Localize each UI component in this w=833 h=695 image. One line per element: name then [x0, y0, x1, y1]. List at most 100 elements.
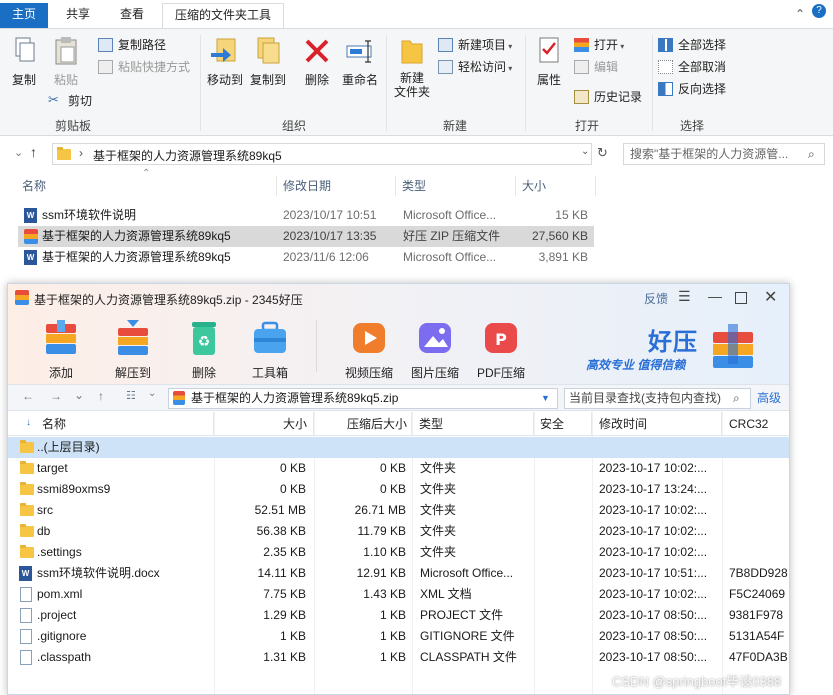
- entry-size: 7.75 KB: [263, 587, 306, 601]
- file-row[interactable]: 基于框架的人力资源管理系统89kq5 2023/10/17 13:35 好压 Z…: [18, 226, 594, 247]
- column-header-name[interactable]: 名称: [8, 412, 214, 436]
- collapse-ribbon-icon[interactable]: ⌃: [795, 7, 805, 21]
- refresh-icon[interactable]: ↻: [597, 145, 608, 161]
- clipboard-group-label: 剪贴板: [54, 119, 91, 133]
- archive-row[interactable]: pom.xml 7.75 KB 1.43 KB XML 文档 2023-10-1…: [8, 584, 789, 605]
- copy-path-button[interactable]: 复制路径: [98, 35, 166, 55]
- rename-button[interactable]: 重命名: [340, 35, 380, 88]
- archive-row[interactable]: ssmi89oxms9 0 KB 0 KB 文件夹 2023-10-17 13:…: [8, 479, 789, 500]
- copy-label: 复制: [11, 73, 36, 87]
- entry-name: db: [37, 524, 51, 538]
- view-mode-dropdown-icon[interactable]: ⌄: [148, 388, 156, 399]
- edit-button[interactable]: 编辑: [574, 57, 618, 77]
- column-header-crc32[interactable]: CRC32: [722, 412, 789, 436]
- toolbox-button[interactable]: 工具箱: [239, 318, 301, 381]
- column-header-security[interactable]: 安全: [534, 412, 592, 436]
- tab-compressed-folder-tools[interactable]: 压缩的文件夹工具: [162, 3, 285, 28]
- image-compress-label: 图片压缩: [410, 366, 459, 380]
- history-button[interactable]: 历史记录: [574, 87, 642, 107]
- haozip-toolbar-area: 基于框架的人力资源管理系统89kq5.zip - 2345好压 反馈 ☰ — ✕…: [8, 284, 789, 384]
- search-placeholder: 搜索"基于框架的人力资源管...: [630, 147, 789, 161]
- history-dropdown-icon[interactable]: ⌄: [74, 388, 84, 402]
- pdf-compress-button[interactable]: P PDF压缩: [470, 318, 532, 381]
- column-header-size[interactable]: 大小: [522, 172, 592, 200]
- select-none-button[interactable]: 全部取消: [658, 57, 726, 77]
- recent-locations-icon[interactable]: ⌄: [14, 146, 23, 159]
- entry-packed-size: 11.79 KB: [357, 524, 406, 538]
- advanced-search-link[interactable]: 高级: [757, 389, 781, 406]
- tab-home[interactable]: 主页: [0, 3, 49, 28]
- file-size: 27,560 KB: [531, 229, 588, 243]
- copy-to-button[interactable]: 复制到: [248, 35, 288, 88]
- rename-icon: [344, 35, 376, 67]
- add-archive-icon: [41, 318, 81, 358]
- archive-path-field[interactable]: 基于框架的人力资源管理系统89kq5.zip ▼: [168, 388, 558, 409]
- search-input[interactable]: 搜索"基于框架的人力资源管... ⌕: [623, 143, 825, 165]
- address-bar[interactable]: › 基于框架的人力资源管理系统89kq5 ⌄: [52, 143, 592, 165]
- entry-type: GITIGNORE 文件: [420, 629, 515, 643]
- video-compress-button[interactable]: 视频压缩: [338, 318, 400, 381]
- tab-share[interactable]: 共享: [54, 3, 102, 28]
- entry-type: 文件夹: [420, 482, 457, 496]
- copy-path-label: 复制路径: [118, 38, 167, 52]
- history-label: 历史记录: [594, 90, 643, 104]
- path-dropdown-icon[interactable]: ▼: [541, 389, 550, 408]
- forward-arrow-icon[interactable]: →: [50, 389, 62, 403]
- invert-selection-button[interactable]: 反向选择: [658, 79, 726, 99]
- cut-button[interactable]: ✂ 剪切: [48, 91, 92, 111]
- properties-button[interactable]: 属性: [530, 35, 568, 88]
- entry-size: 2.35 KB: [263, 545, 306, 559]
- archive-row[interactable]: .classpath 1.31 KB 1 KB CLASSPATH 文件 202…: [8, 647, 789, 668]
- entry-crc32: F5C24069: [729, 587, 786, 601]
- minimize-icon[interactable]: —: [708, 288, 722, 304]
- feedback-link[interactable]: 反馈: [644, 290, 668, 307]
- help-icon[interactable]: ?: [812, 4, 826, 18]
- column-header-modified[interactable]: 修改时间: [592, 412, 722, 436]
- address-dropdown-icon[interactable]: ⌄: [581, 146, 589, 157]
- paste-shortcut-button[interactable]: 粘贴快捷方式: [98, 57, 190, 77]
- extract-to-button[interactable]: 解压到: [102, 318, 164, 381]
- add-button[interactable]: 添加: [30, 318, 92, 381]
- column-header-packed-size[interactable]: 压缩后大小: [314, 412, 412, 436]
- open-button[interactable]: 打开 ▾: [574, 35, 624, 55]
- column-header-type[interactable]: 类型: [412, 412, 534, 436]
- delete-button[interactable]: 删除: [300, 35, 334, 88]
- archive-search-input[interactable]: 当前目录查找(支持包内查找) ⌕: [564, 388, 751, 409]
- up-arrow-icon[interactable]: ↑: [30, 144, 37, 160]
- file-row[interactable]: W ssm环境软件说明 2023/10/17 10:51 Microsoft O…: [18, 205, 594, 226]
- image-compress-button[interactable]: 图片压缩: [404, 318, 466, 381]
- paste-button[interactable]: 粘贴: [48, 35, 84, 88]
- archive-row[interactable]: .settings 2.35 KB 1.10 KB 文件夹 2023-10-17…: [8, 542, 789, 563]
- select-all-button[interactable]: 全部选择: [658, 35, 726, 55]
- archive-search-placeholder: 当前目录查找(支持包内查找): [569, 391, 721, 405]
- up-level-icon[interactable]: ↑: [98, 389, 104, 403]
- close-icon[interactable]: ✕: [764, 287, 777, 307]
- column-header-name[interactable]: 名称: [22, 172, 276, 200]
- maximize-icon[interactable]: [735, 292, 747, 304]
- archive-row[interactable]: .gitignore 1 KB 1 KB GITIGNORE 文件 2023-1…: [8, 626, 789, 647]
- column-header-date[interactable]: 修改日期: [283, 172, 393, 200]
- view-mode-icon[interactable]: ☷: [126, 389, 136, 402]
- paste-shortcut-label: 粘贴快捷方式: [118, 60, 191, 74]
- copy-button[interactable]: 复制: [6, 35, 42, 88]
- column-header-type[interactable]: 类型: [402, 172, 512, 200]
- tab-view[interactable]: 查看: [108, 3, 156, 28]
- archive-row[interactable]: src 52.51 MB 26.71 MB 文件夹 2023-10-17 10:…: [8, 500, 789, 521]
- file-row[interactable]: W 基于框架的人力资源管理系统89kq5 2023/11/6 12:06 Mic…: [18, 247, 594, 268]
- menu-icon[interactable]: ☰: [678, 288, 691, 305]
- cut-label: 剪切: [68, 94, 93, 108]
- easy-access-button[interactable]: 轻松访问 ▾: [438, 57, 512, 77]
- move-to-button[interactable]: 移动到: [205, 35, 245, 88]
- archive-row-parent[interactable]: ..(上层目录): [8, 437, 789, 458]
- archive-row[interactable]: W ssm环境软件说明.docx 14.11 KB 12.91 KB Micro…: [8, 563, 789, 584]
- new-item-button[interactable]: 新建项目 ▾: [438, 35, 512, 55]
- file-name: 基于框架的人力资源管理系统89kq5: [42, 229, 231, 243]
- back-arrow-icon[interactable]: ←: [22, 389, 34, 403]
- archive-row[interactable]: db 56.38 KB 11.79 KB 文件夹 2023-10-17 10:0…: [8, 521, 789, 542]
- archive-row[interactable]: target 0 KB 0 KB 文件夹 2023-10-17 10:02:..…: [8, 458, 789, 479]
- haozip-delete-button[interactable]: ♻ 删除: [173, 318, 235, 381]
- column-header-size[interactable]: 大小: [214, 412, 314, 436]
- archive-row[interactable]: .project 1.29 KB 1 KB PROJECT 文件 2023-10…: [8, 605, 789, 626]
- ribbon-separator: [386, 35, 387, 131]
- new-folder-button[interactable]: 新建 文件夹: [390, 35, 434, 99]
